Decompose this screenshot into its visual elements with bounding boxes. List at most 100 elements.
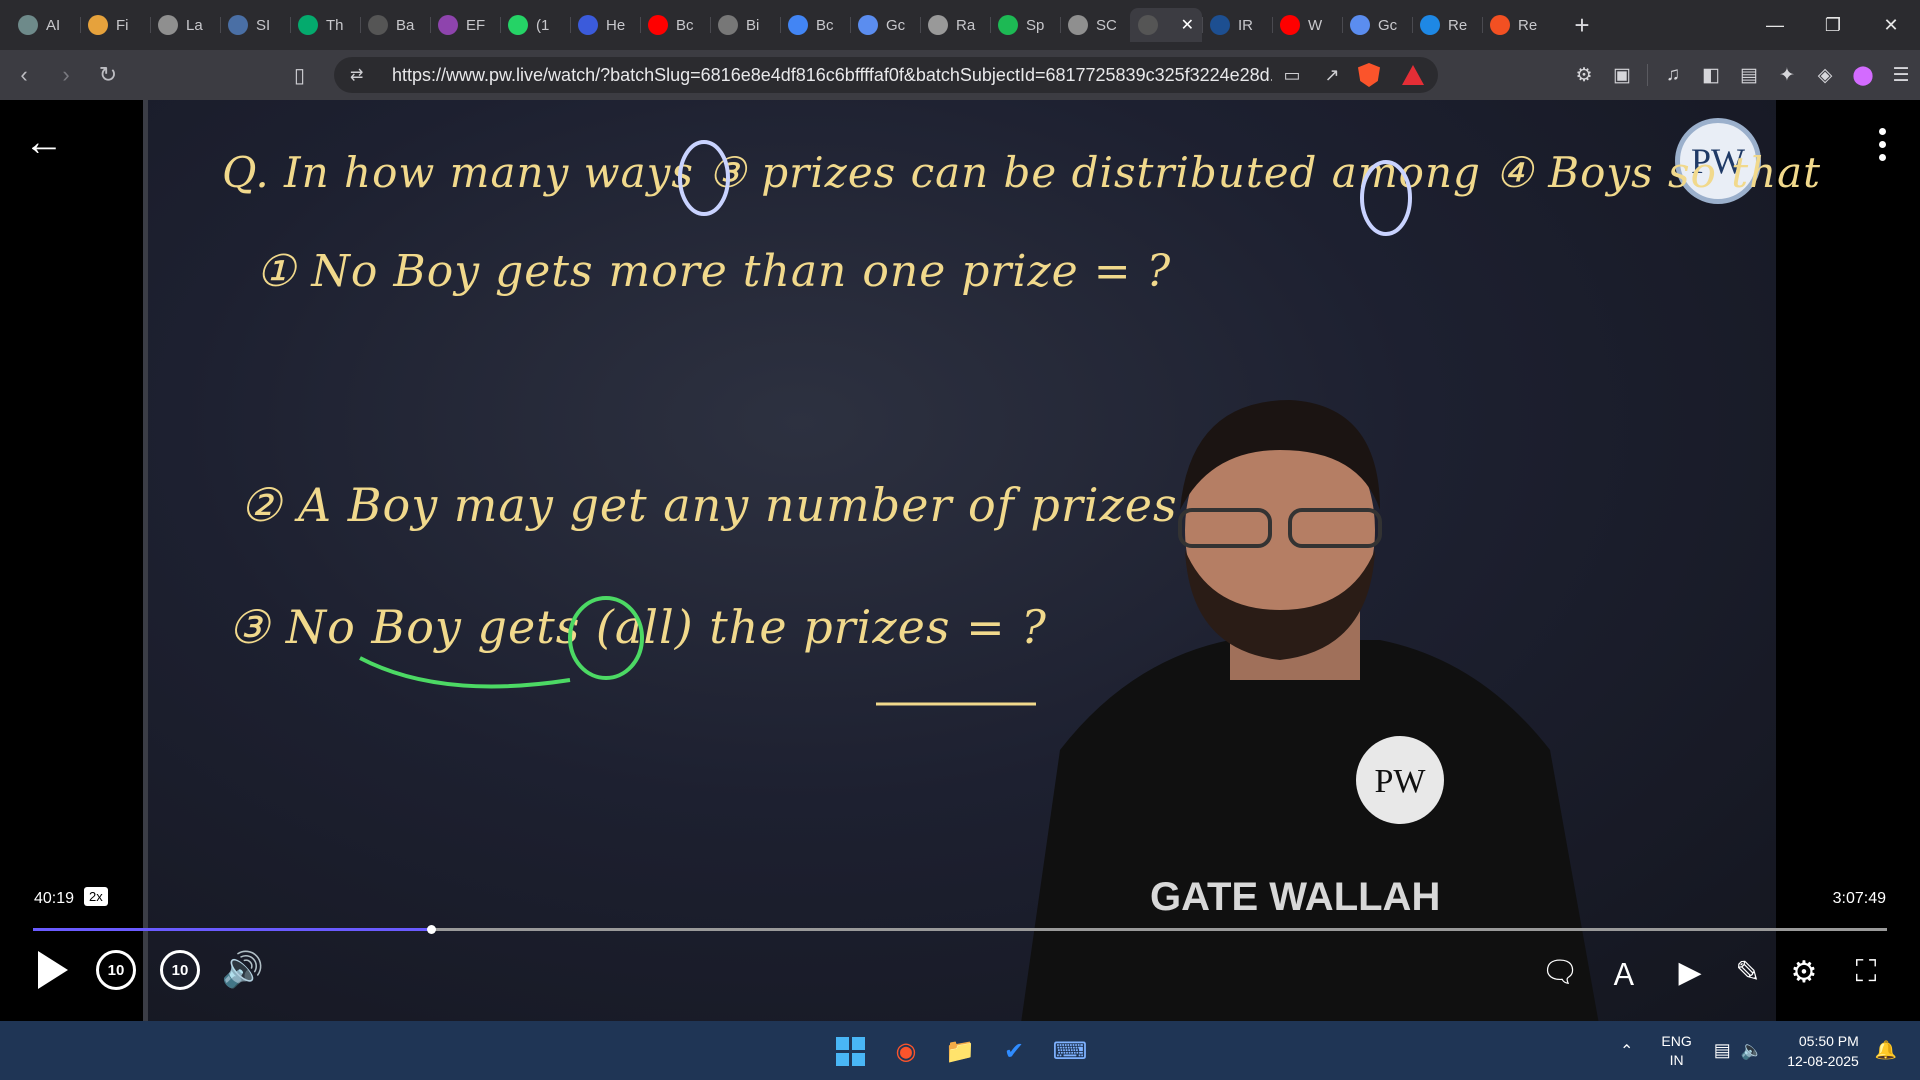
fullscreen-icon[interactable]: ⛶: [1844, 950, 1888, 994]
browser-tab[interactable]: Sp: [990, 8, 1060, 42]
start-menu-icon[interactable]: [832, 1033, 868, 1069]
gemini-icon: [1350, 15, 1370, 35]
playback-speed-badge[interactable]: 2x: [84, 887, 108, 906]
browser-tab[interactable]: Th: [290, 8, 360, 42]
forward-nav-icon[interactable]: ›: [48, 57, 84, 93]
new-tab-button[interactable]: +: [1564, 10, 1600, 41]
browser-tab[interactable]: IR: [1202, 8, 1272, 42]
notification-bell-icon[interactable]: 🔔: [1875, 1040, 1897, 1061]
tab-title: Th: [326, 16, 344, 34]
browser-tab[interactable]: ✕: [1130, 8, 1202, 42]
presenter: PW GATE WALLAH: [1021, 400, 1599, 1021]
wallet-icon[interactable]: ▤: [1730, 64, 1768, 87]
browser-tab[interactable]: Fi: [80, 8, 150, 42]
video-player[interactable]: ← PW Q. In how many ways ③ prizes can be…: [0, 100, 1920, 1021]
browser-tab[interactable]: Gc: [850, 8, 920, 42]
globe-icon: [158, 15, 178, 35]
browser-tab[interactable]: Bc: [780, 8, 850, 42]
tab-title: Fi: [116, 16, 129, 34]
browser-tab[interactable]: Ba: [360, 8, 430, 42]
minimize-icon[interactable]: —: [1746, 0, 1804, 50]
tab-title: Gc: [886, 16, 906, 34]
sidebar-icon[interactable]: ◧: [1692, 64, 1730, 87]
browser-tab[interactable]: Re: [1482, 8, 1552, 42]
brave-shields-icon[interactable]: 1: [1358, 63, 1380, 87]
close-tab-icon[interactable]: ✕: [1181, 15, 1194, 35]
browser-tab[interactable]: Bc: [640, 8, 710, 42]
tab-title: La: [186, 16, 203, 34]
browser-tab[interactable]: Bi: [710, 8, 780, 42]
reader-icon[interactable]: ▣: [1603, 64, 1641, 87]
browser-tab[interactable]: He: [570, 8, 640, 42]
w3schools-icon: [298, 15, 318, 35]
rewind-10-button[interactable]: 10: [96, 950, 136, 990]
url-text[interactable]: https://www.pw.live/watch/?batchSlug=681…: [392, 65, 1272, 86]
brave-browser-icon[interactable]: ◉: [888, 1033, 924, 1069]
tab-title: W: [1308, 16, 1323, 34]
cast-icon[interactable]: ▭: [1272, 65, 1312, 86]
tray-chevron-icon[interactable]: ⌃: [1620, 1041, 1633, 1061]
settings-gear-icon[interactable]: ⚙: [1782, 950, 1826, 994]
volume-icon[interactable]: 🔊: [220, 950, 266, 990]
circle-prizes-3: [678, 140, 730, 216]
notes-icon[interactable]: ✎: [1726, 950, 1770, 994]
menu-icon[interactable]: ☰: [1882, 64, 1920, 87]
page-icon: [368, 15, 388, 35]
leo-ai-icon[interactable]: ✦: [1768, 64, 1806, 87]
tab-title: IR: [1238, 16, 1253, 34]
browser-tab[interactable]: AI: [10, 8, 80, 42]
chat-icon[interactable]: 🗨: [1538, 950, 1582, 994]
browser-tab[interactable]: EF: [430, 8, 500, 42]
file-explorer-icon[interactable]: 📁: [942, 1033, 978, 1069]
browser-tab[interactable]: Ra: [920, 8, 990, 42]
youtube-icon: [1280, 15, 1300, 35]
back-nav-icon[interactable]: ‹: [6, 57, 42, 93]
share-icon[interactable]: ↗: [1312, 65, 1352, 86]
language-indicator[interactable]: ENG IN: [1661, 1032, 1691, 1070]
tab-title: Bc: [676, 16, 694, 34]
lang-line-2: IN: [1669, 1051, 1684, 1068]
bookmark-icon[interactable]: ▯: [294, 63, 305, 88]
speaker-icon[interactable]: 🔈: [1741, 1040, 1763, 1061]
translate-icon[interactable]: Ａ: [1602, 950, 1646, 994]
todo-icon[interactable]: ✔: [996, 1033, 1032, 1069]
progress-handle[interactable]: [427, 925, 437, 934]
openai-icon: [928, 15, 948, 35]
tab-title: Gc: [1378, 16, 1398, 34]
extensions-icon[interactable]: ⚙: [1565, 64, 1603, 87]
site-icon: [228, 15, 248, 35]
globe-icon: [1068, 15, 1088, 35]
chatgpt-icon: [18, 15, 38, 35]
profile-icon[interactable]: ⬤: [1844, 64, 1882, 87]
address-bar[interactable]: ⇄ https://www.pw.live/watch/?batchSlug=6…: [334, 57, 1438, 93]
media-icon[interactable]: ♫: [1654, 64, 1692, 86]
browser-tab[interactable]: (1: [500, 8, 570, 42]
browser-tab[interactable]: Gc: [1342, 8, 1412, 42]
brave-rewards-icon[interactable]: [1402, 65, 1424, 85]
browser-tab[interactable]: SI: [220, 8, 290, 42]
forward-10-button[interactable]: 10: [160, 950, 200, 990]
browser-tab[interactable]: Re: [1412, 8, 1482, 42]
close-window-icon[interactable]: ✕: [1862, 0, 1920, 50]
restore-icon[interactable]: ❐: [1804, 0, 1862, 50]
clock-date: 12-08-2025: [1787, 1052, 1859, 1069]
site-settings-icon[interactable]: ⇄: [350, 65, 376, 85]
tab-title: Bi: [746, 16, 760, 34]
network-icon[interactable]: ▤: [1714, 1040, 1731, 1061]
tab-strip: AI Fi La SI Th Ba EF (1 He Bc Bi Bc Gc Ra Sp SC ✕ IR W Gc Re…: [0, 0, 1920, 50]
clock-time: 05:50 PM: [1798, 1032, 1859, 1049]
total-duration: 3:07:49: [1832, 890, 1886, 907]
remote-desktop-icon[interactable]: ⌨: [1052, 1033, 1088, 1069]
clock[interactable]: 05:50 PM 12-08-2025: [1787, 1031, 1859, 1071]
gemini-icon: [858, 15, 878, 35]
vpn-icon[interactable]: ◈: [1806, 64, 1844, 87]
progress-bar[interactable]: [33, 925, 1887, 934]
video-panel-icon[interactable]: ▶: [1668, 950, 1712, 994]
browser-tab[interactable]: SC: [1060, 8, 1130, 42]
browser-tab[interactable]: La: [150, 8, 220, 42]
play-button[interactable]: [36, 950, 70, 990]
circle-boys-4: [1360, 160, 1412, 236]
system-tray: ⌃ ENG IN ▤ 🔈 05:50 PM 12-08-2025 🔔: [1620, 1021, 1897, 1080]
browser-tab[interactable]: W: [1272, 8, 1342, 42]
reload-icon[interactable]: ↻: [90, 57, 126, 93]
